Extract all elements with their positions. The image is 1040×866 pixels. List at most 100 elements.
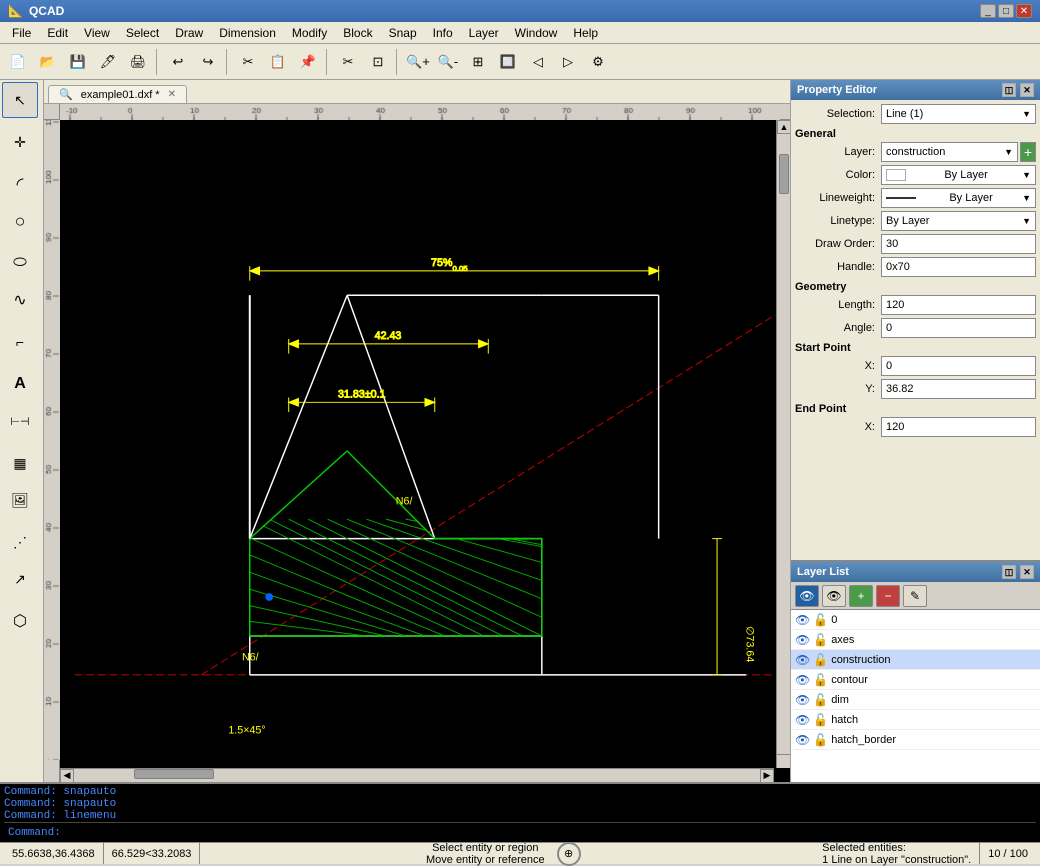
tool-3d[interactable]: ⬡ — [2, 603, 38, 639]
prop-select-color[interactable]: By Layer ▼ — [881, 165, 1036, 185]
prop-value-sx[interactable]: 0 — [881, 356, 1036, 376]
tb-zoom-prev[interactable]: ◁ — [524, 48, 552, 76]
tb-zoom-fit[interactable]: ⊞ — [464, 48, 492, 76]
tb-new[interactable]: 📄 — [4, 48, 32, 76]
layer-item-dim[interactable]: 👁 🔓 dim — [791, 690, 1040, 710]
tb-cut[interactable]: ✂ — [334, 48, 362, 76]
tool-spline[interactable]: ∿ — [2, 282, 38, 318]
menu-dimension[interactable]: Dimension — [211, 24, 284, 42]
horizontal-scrollbar[interactable]: ◀ ▶ — [60, 768, 774, 782]
ruler-h-canvas — [60, 104, 780, 120]
hscroll-left-button[interactable]: ◀ — [60, 769, 74, 783]
tb-undo[interactable]: ↩ — [164, 48, 192, 76]
tool-snap[interactable]: ⋰ — [2, 524, 38, 560]
tool-select-arrow[interactable]: ↖ — [2, 82, 38, 118]
menu-draw[interactable]: Draw — [167, 24, 211, 42]
tb-open[interactable]: 📂 — [34, 48, 62, 76]
tb-delete[interactable]: ✂ — [234, 48, 262, 76]
layer-item-hatch[interactable]: 👁 🔓 hatch — [791, 710, 1040, 730]
document-tab[interactable]: 🔍 example01.dxf * ✕ — [48, 85, 187, 103]
tb-save-as[interactable]: 🖊 — [94, 48, 122, 76]
layer-delete-button[interactable]: − — [876, 585, 900, 607]
start-point-header: Start Point — [795, 342, 1036, 354]
layer-hide-all[interactable]: 👁 — [822, 585, 846, 607]
prop-select-linetype[interactable]: By Layer ▼ — [881, 211, 1036, 231]
menu-file[interactable]: File — [4, 24, 39, 42]
layer-lock-icon-axes: 🔓 — [813, 633, 828, 647]
prop-value-sy[interactable]: 36.82 — [881, 379, 1036, 399]
tb-paste[interactable]: 📌 — [294, 48, 322, 76]
prop-value-ex[interactable]: 120 — [881, 417, 1036, 437]
tool-circle[interactable]: ○ — [2, 203, 38, 239]
layer-item-0[interactable]: 👁 🔓 0 — [791, 610, 1040, 630]
main-drawing-svg[interactable]: // Will be drawn via JS — [60, 120, 790, 782]
close-button[interactable]: ✕ — [1016, 4, 1032, 18]
tool-dimension[interactable]: ⊢⊣ — [2, 403, 38, 439]
prop-label-handle: Handle: — [795, 261, 875, 273]
menu-view[interactable]: View — [76, 24, 118, 42]
prop-select-lineweight[interactable]: By Layer ▼ — [881, 188, 1036, 208]
tb-settings[interactable]: ⚙ — [584, 48, 612, 76]
layer-list-close[interactable]: ✕ — [1020, 565, 1034, 579]
layer-item-axes[interactable]: 👁 🔓 axes — [791, 630, 1040, 650]
status-angle-coords: 66.529<33.2083 — [104, 843, 201, 864]
minimize-button[interactable]: _ — [980, 4, 996, 18]
tool-constraint[interactable]: ↗ — [2, 561, 38, 597]
menu-snap[interactable]: Snap — [381, 24, 425, 42]
prop-value-length[interactable]: 120 — [881, 295, 1036, 315]
property-editor-controls: ◫ ✕ — [1002, 83, 1034, 97]
tb-copy[interactable]: 📋 — [264, 48, 292, 76]
layer-show-all[interactable]: 👁 — [795, 585, 819, 607]
hscroll-right-button[interactable]: ▶ — [760, 769, 774, 783]
property-editor: Property Editor ◫ ✕ Selection: Line (1) … — [791, 80, 1040, 562]
layer-add-button[interactable]: + — [849, 585, 873, 607]
layer-item-contour[interactable]: 👁 🔓 contour — [791, 670, 1040, 690]
layer-add-button[interactable]: + — [1020, 142, 1036, 162]
prop-editor-float[interactable]: ◫ — [1002, 83, 1016, 97]
prop-editor-close[interactable]: ✕ — [1020, 83, 1034, 97]
prop-select-layer[interactable]: construction ▼ — [881, 142, 1018, 162]
tab-close-button[interactable]: ✕ — [168, 89, 176, 100]
hscroll-thumb[interactable] — [134, 769, 214, 779]
vscroll-top-button[interactable]: ▲ — [777, 120, 790, 134]
menu-edit[interactable]: Edit — [39, 24, 76, 42]
vscroll-thumb[interactable] — [779, 154, 789, 194]
menu-window[interactable]: Window — [507, 24, 566, 42]
prop-value-angle[interactable]: 0 — [881, 318, 1036, 338]
vertical-scrollbar[interactable]: ▲ ▼ — [776, 120, 790, 768]
tool-select-crosshair[interactable]: ✛ — [2, 124, 38, 160]
tb-redo[interactable]: ↪ — [194, 48, 222, 76]
menu-select[interactable]: Select — [118, 24, 167, 42]
layer-edit-button[interactable]: ✎ — [903, 585, 927, 607]
tb-zoom-out[interactable]: 🔍- — [434, 48, 462, 76]
layer-list-float[interactable]: ◫ — [1002, 565, 1016, 579]
tab-label: example01.dxf * — [81, 89, 160, 101]
menu-info[interactable]: Info — [425, 24, 461, 42]
tb-paste2[interactable]: ⊡ — [364, 48, 392, 76]
command-input[interactable] — [65, 827, 1032, 839]
menu-layer[interactable]: Layer — [461, 24, 507, 42]
layer-name-hatch: hatch — [831, 714, 858, 726]
tool-arc[interactable]: ◜ — [2, 166, 38, 202]
tb-save[interactable]: 💾 — [64, 48, 92, 76]
menu-help[interactable]: Help — [565, 24, 606, 42]
prop-select-selection[interactable]: Line (1) ▼ — [881, 104, 1036, 124]
tool-polyline[interactable]: ⌐ — [2, 324, 38, 360]
tb-print[interactable]: 🖨 — [124, 48, 152, 76]
canvas-container[interactable]: // Will be drawn via JS — [44, 104, 790, 782]
n6-label-2: N6/ — [242, 651, 259, 663]
drawing-canvas[interactable]: // Will be drawn via JS — [60, 120, 790, 782]
tool-image[interactable]: 🖼 — [2, 482, 38, 518]
menu-block[interactable]: Block — [335, 24, 380, 42]
layer-item-construction[interactable]: 👁 🔓 construction — [791, 650, 1040, 670]
tb-zoom-in[interactable]: 🔍+ — [404, 48, 432, 76]
tb-zoom-win[interactable]: 🔲 — [494, 48, 522, 76]
menu-modify[interactable]: Modify — [284, 24, 335, 42]
tool-hatch[interactable]: ▦ — [2, 445, 38, 481]
tool-text[interactable]: A — [2, 366, 38, 402]
tool-ellipse[interactable]: ⬭ — [2, 245, 38, 281]
maximize-button[interactable]: □ — [998, 4, 1014, 18]
prop-value-draworder[interactable]: 30 — [881, 234, 1036, 254]
layer-item-hatch-border[interactable]: 👁 🔓 hatch_border — [791, 730, 1040, 750]
tb-zoom-next[interactable]: ▷ — [554, 48, 582, 76]
